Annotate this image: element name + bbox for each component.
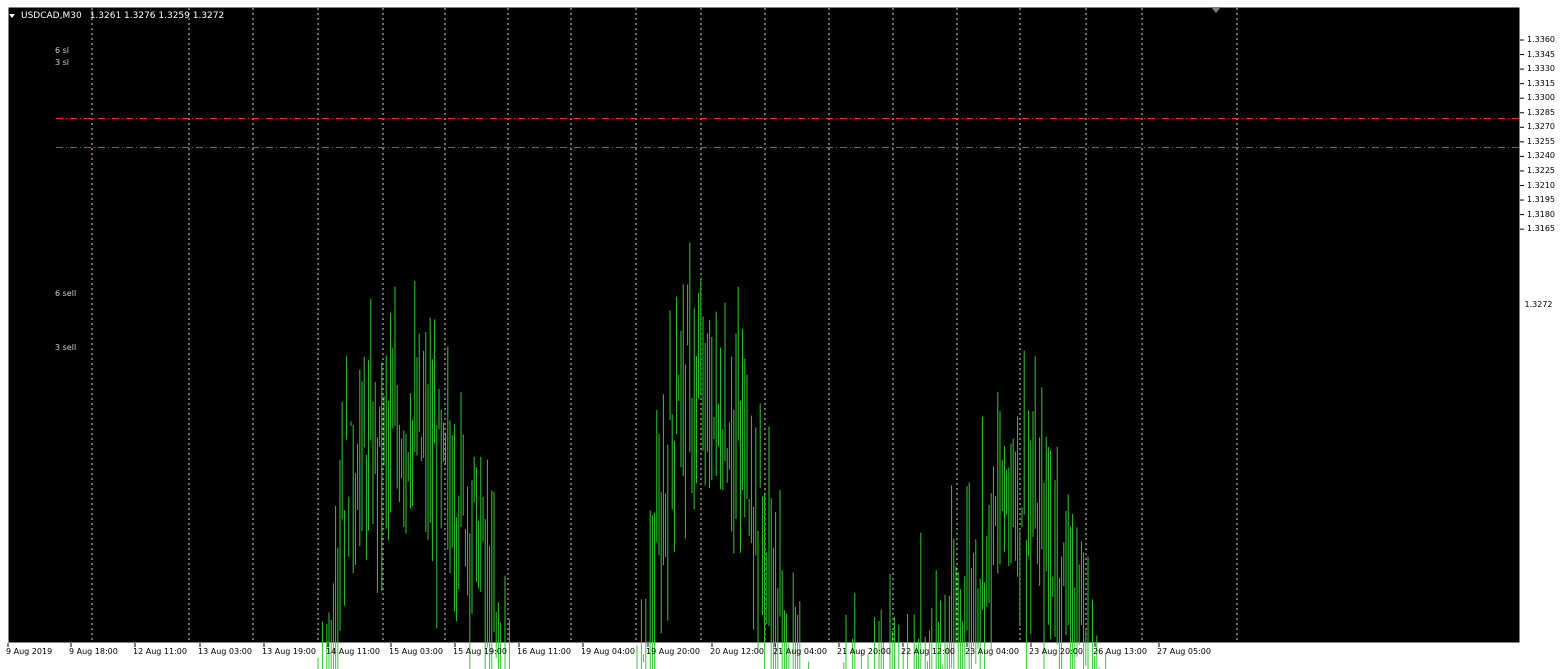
ohlc-values: 1.3261 1.3276 1.3259 1.3272	[89, 10, 225, 21]
x-tick-label: 21 Aug 20:00	[837, 647, 891, 656]
x-tick-label: 19 Aug 04:00	[581, 647, 635, 656]
level-label-3-sell: 3 sell	[55, 343, 77, 352]
y-tick-label: 1.3360	[1527, 35, 1555, 44]
x-tick-label: 20 Aug 12:00	[710, 647, 764, 656]
level-label-3-sl: 3 sl	[55, 58, 70, 67]
y-tick-label: 1.3270	[1527, 122, 1555, 132]
x-tick-label: 13 Aug 03:00	[198, 647, 252, 656]
price-chart[interactable]	[0, 0, 1567, 669]
x-tick-label: 13 Aug 19:00	[262, 647, 316, 656]
x-tick-label: 14 Aug 11:00	[326, 647, 380, 656]
y-tick-label: 1.3300	[1527, 93, 1555, 103]
x-tick-label: 21 Aug 04:00	[773, 647, 827, 656]
x-tick-label: 12 Aug 11:00	[133, 647, 187, 656]
level-label-6-sell: 6 sell	[55, 289, 77, 298]
x-tick-label: 9 Aug 18:00	[69, 647, 118, 656]
x-tick-label: 26 Aug 13:00	[1093, 647, 1147, 656]
x-tick-label: 16 Aug 11:00	[517, 647, 571, 656]
x-tick-label: 23 Aug 20:00	[1029, 647, 1083, 656]
x-tick-label: 15 Aug 03:00	[389, 647, 443, 656]
x-tick-label: 15 Aug 19:00	[453, 647, 507, 656]
level-label-6-sl: 6 sl	[55, 46, 70, 55]
y-tick-label: 1.3345	[1527, 49, 1555, 59]
y-tick-label: 1.3210	[1527, 180, 1555, 190]
y-tick-label: 1.3255	[1527, 136, 1555, 146]
x-tick-label: 19 Aug 20:00	[646, 647, 700, 656]
y-tick-label: 1.3180	[1527, 209, 1555, 219]
symbol-label: USDCAD,M30	[21, 10, 82, 21]
chart-info-bar: USDCAD,M30 1.3261 1.3276 1.3259 1.3272	[9, 9, 224, 22]
x-tick-label: 23 Aug 04:00	[965, 647, 1019, 656]
y-tick-label: 1.3165	[1527, 224, 1555, 234]
y-tick-label: 1.3225	[1527, 165, 1555, 175]
y-tick-label: 1.3330	[1527, 64, 1555, 74]
y-tick-label: 1.3195	[1527, 195, 1555, 205]
x-tick-label: 22 Aug 12:00	[901, 647, 955, 656]
x-tick-label: 27 Aug 05:00	[1157, 647, 1211, 656]
y-tick-label: 1.3285	[1527, 107, 1555, 117]
current-price-tag: 1.3272	[1522, 299, 1555, 310]
plot-area	[7, 6, 1521, 644]
y-tick-label: 1.3240	[1527, 151, 1555, 161]
y-tick-label: 1.3315	[1527, 78, 1555, 88]
chart-window: USDCAD,M30 1.3261 1.3276 1.3259 1.3272 6…	[0, 0, 1567, 669]
dropdown-triangle-icon[interactable]	[9, 13, 15, 18]
x-tick-label: 9 Aug 2019	[6, 647, 53, 656]
